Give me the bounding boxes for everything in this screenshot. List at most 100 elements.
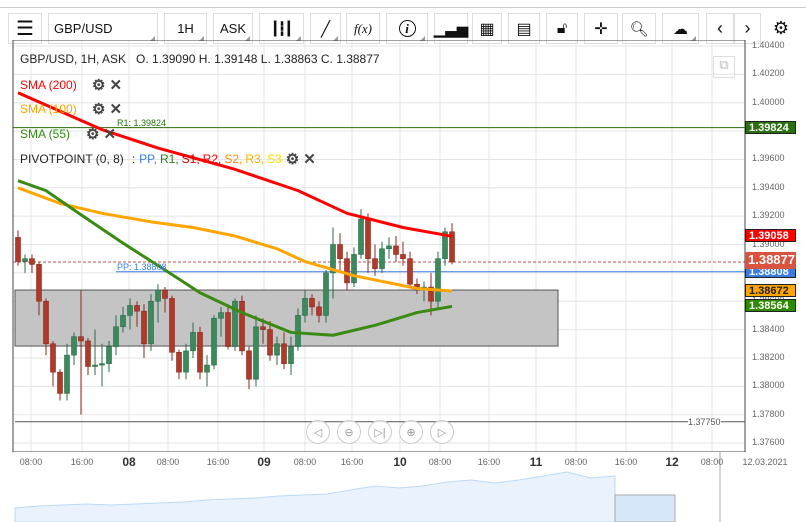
candle-body bbox=[323, 272, 329, 316]
legend-separator: : bbox=[131, 152, 136, 166]
candle bbox=[337, 233, 343, 273]
candle bbox=[43, 298, 49, 356]
gear-icon[interactable]: ⚙ bbox=[92, 76, 105, 94]
lock-icon: 🔓︎ bbox=[556, 19, 568, 37]
pivot-series-label: R1, bbox=[159, 152, 179, 166]
price-tick: 1.38000 bbox=[752, 380, 785, 391]
price-type-value: ASK bbox=[219, 21, 246, 36]
ohlc-values: O. 1.39090 H. 1.39148 L. 1.38863 C. 1.38… bbox=[136, 52, 380, 66]
reset-button[interactable]: ▷| bbox=[368, 420, 392, 444]
instrument-info: GBP/USD, 1H, ASK bbox=[20, 52, 127, 66]
close-icon[interactable]: ✕ bbox=[103, 125, 116, 143]
candle bbox=[141, 304, 147, 358]
candle-body bbox=[64, 354, 70, 394]
candle bbox=[365, 213, 371, 273]
support-zone bbox=[14, 289, 559, 347]
candle bbox=[85, 338, 91, 375]
triangle-left-icon: ◁ bbox=[313, 426, 323, 439]
cloud-upload-icon: ☁ bbox=[673, 20, 688, 38]
candle-body bbox=[211, 317, 217, 366]
close-icon[interactable]: ✕ bbox=[303, 150, 316, 168]
pan-right-button[interactable]: ▷ bbox=[430, 420, 454, 444]
candle-body bbox=[162, 289, 168, 299]
candle-body bbox=[190, 332, 196, 352]
candle bbox=[176, 349, 182, 380]
candle-body bbox=[260, 326, 266, 330]
time-tick: 11 bbox=[529, 455, 543, 469]
candle-body bbox=[92, 364, 98, 367]
navigator-window bbox=[614, 494, 676, 522]
candle-body bbox=[134, 305, 140, 312]
pivot-series-label: R3, bbox=[245, 152, 265, 166]
candle-body bbox=[22, 258, 28, 262]
candlestick-icon: ┃┇┃ bbox=[271, 20, 293, 36]
candle-body bbox=[148, 300, 154, 345]
zoom-out-button[interactable]: ⊖ bbox=[337, 420, 361, 444]
pivot-series-label: S3 bbox=[267, 152, 282, 166]
candle bbox=[204, 355, 210, 387]
hamburger-icon: ☰ bbox=[16, 18, 34, 40]
candle bbox=[393, 236, 399, 262]
candle-body bbox=[155, 289, 161, 302]
close-icon[interactable]: ✕ bbox=[109, 76, 122, 94]
pan-left-button[interactable]: ◁ bbox=[306, 420, 330, 444]
candle bbox=[239, 295, 245, 356]
gear-icon[interactable]: ⚙ bbox=[92, 100, 105, 118]
candle-body bbox=[337, 244, 343, 260]
gear-icon[interactable]: ⚙ bbox=[86, 125, 99, 143]
zoom-in-icon: ⊕ bbox=[406, 426, 416, 439]
zoom-in-button[interactable]: ⊕ bbox=[399, 420, 423, 444]
candle-body bbox=[204, 364, 210, 373]
candle-body bbox=[106, 346, 112, 364]
candle bbox=[15, 230, 21, 266]
sma-line bbox=[17, 186, 453, 293]
candle bbox=[169, 295, 175, 361]
gear-icon[interactable]: ⚙ bbox=[286, 150, 299, 168]
price-tick: 1.40200 bbox=[752, 68, 785, 79]
popout-button[interactable]: ⧉ bbox=[713, 56, 735, 78]
grid bbox=[13, 40, 745, 452]
time-tick: 12 bbox=[665, 455, 679, 469]
time-tick: 08:00 bbox=[156, 457, 180, 467]
candle-body bbox=[253, 326, 259, 380]
candle-body bbox=[309, 298, 315, 308]
candle-body bbox=[246, 350, 252, 380]
price-tag: 1.39824 bbox=[745, 120, 796, 134]
candle bbox=[22, 254, 28, 273]
candle bbox=[29, 254, 35, 273]
candle-body bbox=[15, 237, 21, 262]
candle-body bbox=[29, 258, 35, 265]
chart-header: GBP/USD, 1H, ASK O. 1.39090 H. 1.39148 L… bbox=[20, 52, 380, 66]
plot-frame bbox=[12, 40, 746, 453]
candle bbox=[50, 340, 56, 387]
candle bbox=[435, 251, 441, 309]
candle-body bbox=[358, 218, 364, 255]
bar-chart-icon: ▁▃▅ bbox=[433, 20, 469, 38]
candle-body bbox=[43, 300, 49, 345]
candle bbox=[379, 241, 385, 273]
candle-body bbox=[407, 258, 413, 285]
top-divider bbox=[0, 7, 806, 8]
candle-body bbox=[225, 312, 231, 347]
candle-body bbox=[141, 310, 147, 345]
popout-icon: ⧉ bbox=[719, 57, 729, 72]
time-tick: 10 bbox=[393, 455, 407, 469]
candle bbox=[57, 369, 63, 401]
close-icon[interactable]: ✕ bbox=[109, 100, 122, 118]
time-tick: 09 bbox=[257, 455, 271, 469]
time-tick: 08:00 bbox=[700, 457, 724, 467]
candle bbox=[372, 244, 378, 276]
price-tick: 1.39200 bbox=[752, 210, 785, 221]
price-tick: 1.40400 bbox=[752, 40, 785, 50]
time-tick: 16:00 bbox=[206, 457, 230, 467]
candle bbox=[386, 237, 392, 259]
price-tick: 1.39400 bbox=[752, 181, 785, 192]
price-tag: 1.39058 bbox=[745, 229, 796, 243]
candle bbox=[330, 227, 336, 299]
candle-body bbox=[344, 258, 350, 284]
candle-body bbox=[36, 264, 42, 302]
time-tick: 16:00 bbox=[477, 457, 501, 467]
price-tick: 1.40000 bbox=[752, 96, 785, 107]
candle bbox=[211, 315, 217, 370]
legend-label: SMA (55) bbox=[20, 127, 71, 141]
